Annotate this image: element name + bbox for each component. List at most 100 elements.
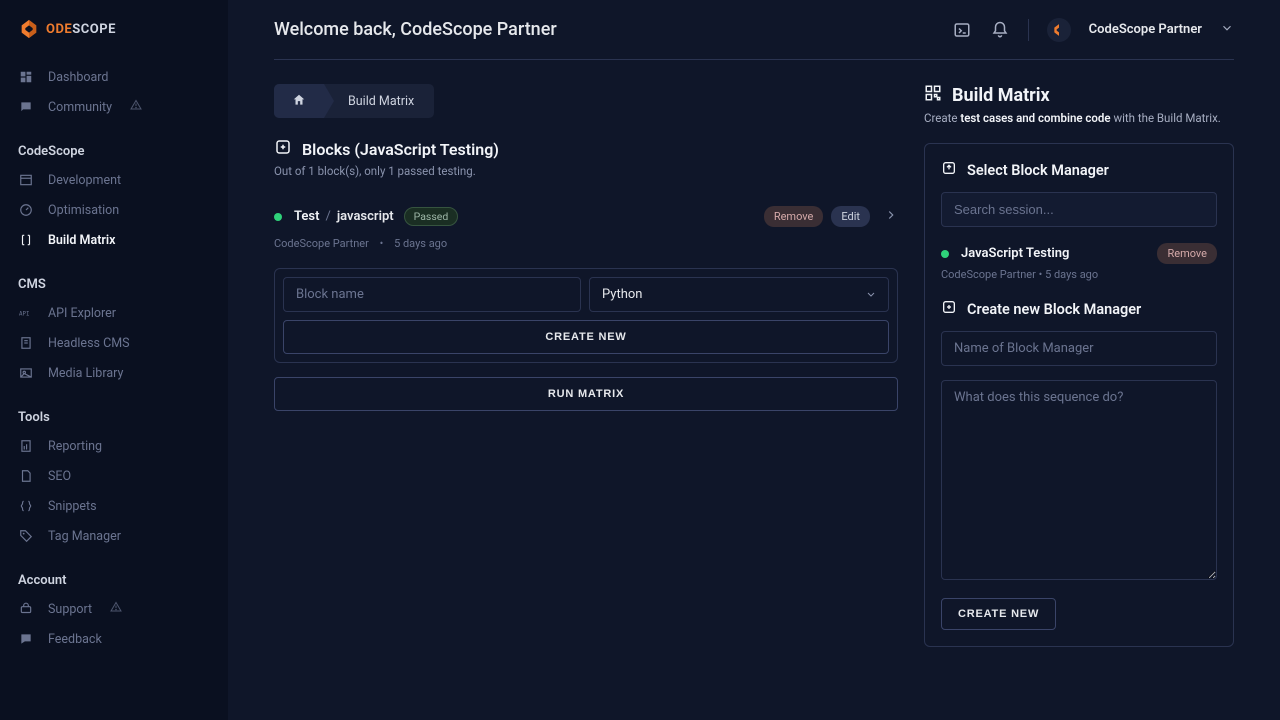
topbar: Welcome back, CodeScope Partner CodeScop… bbox=[274, 0, 1234, 60]
sidebar-item-tag-manager[interactable]: Tag Manager bbox=[0, 521, 228, 551]
sidebar-item-label: Optimisation bbox=[48, 203, 119, 218]
home-icon bbox=[292, 92, 306, 111]
topbar-actions: CodeScope Partner bbox=[952, 18, 1234, 42]
support-icon bbox=[18, 601, 34, 617]
sidebar-item-label: Community bbox=[48, 100, 112, 115]
block-author: CodeScope Partner bbox=[274, 237, 369, 250]
main: Welcome back, CodeScope Partner CodeScop… bbox=[228, 0, 1280, 720]
new-block-form: Python CREATE NEW bbox=[274, 268, 898, 363]
file-icon bbox=[18, 335, 34, 351]
session-meta: CodeScope Partner • 5 days ago bbox=[941, 268, 1217, 281]
sidebar-item-dashboard[interactable]: Dashboard bbox=[0, 62, 228, 92]
braces-icon bbox=[18, 498, 34, 514]
blocks-subtitle: Out of 1 block(s), only 1 passed testing… bbox=[274, 164, 898, 178]
add-icon bbox=[941, 299, 957, 319]
nav-heading-cms: CMS bbox=[0, 267, 228, 298]
sidebar-item-development[interactable]: Development bbox=[0, 165, 228, 195]
chevron-right-icon[interactable] bbox=[884, 207, 898, 226]
blocks-title-row: Blocks (JavaScript Testing) bbox=[274, 138, 898, 160]
comment-icon bbox=[18, 631, 34, 647]
create-manager-heading: Create new Block Manager bbox=[941, 299, 1217, 319]
status-dot bbox=[941, 250, 949, 258]
side-panel: Select Block Manager JavaScript Testing … bbox=[924, 143, 1234, 647]
seo-icon bbox=[18, 468, 34, 484]
select-manager-heading: Select Block Manager bbox=[941, 160, 1217, 180]
sidebar-item-label: API Explorer bbox=[48, 306, 116, 321]
sidebar-item-build-matrix[interactable]: Build Matrix bbox=[0, 225, 228, 255]
chevron-down-icon[interactable] bbox=[1220, 20, 1234, 39]
sidebar-item-support[interactable]: Support bbox=[0, 594, 228, 624]
breadcrumb-current: Build Matrix bbox=[324, 94, 434, 109]
sidebar-item-label: Tag Manager bbox=[48, 529, 121, 544]
create-new-block-button[interactable]: CREATE NEW bbox=[283, 320, 889, 354]
run-matrix-button[interactable]: RUN MATRIX bbox=[274, 377, 898, 411]
sidebar: ODESCOPE Dashboard Community CodeScope D… bbox=[0, 0, 228, 720]
blocks-title: Blocks (JavaScript Testing) bbox=[302, 140, 499, 159]
image-icon bbox=[18, 365, 34, 381]
sidebar-item-label: Reporting bbox=[48, 439, 102, 454]
breadcrumb: Build Matrix bbox=[274, 84, 434, 118]
grid-icon bbox=[18, 69, 34, 85]
api-icon: API bbox=[18, 305, 34, 321]
sidebar-item-headless-cms[interactable]: Headless CMS bbox=[0, 328, 228, 358]
sidebar-item-label: Snippets bbox=[48, 499, 97, 514]
manager-name-input[interactable] bbox=[941, 331, 1217, 366]
search-session-input[interactable] bbox=[941, 192, 1217, 227]
slash: / bbox=[325, 209, 330, 224]
welcome-text: Welcome back, CodeScope Partner bbox=[274, 19, 952, 40]
sidebar-item-label: Feedback bbox=[48, 632, 102, 647]
sidebar-item-media-library[interactable]: Media Library bbox=[0, 358, 228, 388]
block-lang-select[interactable]: Python bbox=[589, 277, 889, 312]
sidebar-item-label: Headless CMS bbox=[48, 336, 130, 351]
divider bbox=[1028, 19, 1029, 41]
layout-icon bbox=[18, 172, 34, 188]
sidebar-item-label: Support bbox=[48, 602, 92, 617]
sidebar-item-label: Media Library bbox=[48, 366, 123, 381]
brand-logo[interactable]: ODESCOPE bbox=[0, 18, 228, 56]
warning-icon bbox=[130, 99, 142, 115]
matrix-icon bbox=[18, 232, 34, 248]
block-age: 5 days ago bbox=[394, 237, 447, 250]
sidebar-item-feedback[interactable]: Feedback bbox=[0, 624, 228, 654]
nav-heading-tools: Tools bbox=[0, 400, 228, 431]
nav-heading-codescope: CodeScope bbox=[0, 134, 228, 165]
build-matrix-column: Build Matrix Create test cases and combi… bbox=[924, 84, 1234, 720]
manager-desc-textarea[interactable] bbox=[941, 380, 1217, 580]
qr-icon bbox=[924, 84, 942, 107]
sidebar-item-label: SEO bbox=[48, 469, 71, 484]
create-manager-button[interactable]: CREATE NEW bbox=[941, 598, 1056, 630]
nav-heading-account: Account bbox=[0, 563, 228, 594]
blocks-column: Build Matrix Blocks (JavaScript Testing)… bbox=[274, 84, 898, 720]
block-lang: javascript bbox=[337, 209, 394, 224]
sidebar-item-seo[interactable]: SEO bbox=[0, 461, 228, 491]
session-row: JavaScript Testing Remove bbox=[941, 243, 1217, 264]
avatar[interactable] bbox=[1047, 18, 1071, 42]
chat-icon bbox=[18, 99, 34, 115]
user-name[interactable]: CodeScope Partner bbox=[1089, 22, 1202, 37]
logo-text: ODESCOPE bbox=[46, 22, 116, 37]
sidebar-item-label: Build Matrix bbox=[48, 233, 115, 248]
session-name[interactable]: JavaScript Testing bbox=[961, 246, 1069, 261]
sidebar-item-reporting[interactable]: Reporting bbox=[0, 431, 228, 461]
side-title: Build Matrix bbox=[952, 85, 1050, 106]
svg-text:API: API bbox=[19, 311, 30, 317]
import-icon bbox=[941, 160, 957, 180]
sidebar-item-label: Dashboard bbox=[48, 70, 108, 85]
edit-button[interactable]: Edit bbox=[831, 206, 870, 227]
sidebar-item-community[interactable]: Community bbox=[0, 92, 228, 122]
side-subtitle: Create test cases and combine code with … bbox=[924, 111, 1234, 125]
sidebar-item-snippets[interactable]: Snippets bbox=[0, 491, 228, 521]
breadcrumb-home[interactable] bbox=[274, 84, 324, 118]
bell-icon[interactable] bbox=[990, 20, 1010, 40]
status-badge: Passed bbox=[404, 207, 459, 226]
add-block-icon bbox=[274, 138, 292, 160]
remove-session-button[interactable]: Remove bbox=[1157, 243, 1217, 264]
remove-button[interactable]: Remove bbox=[764, 206, 824, 227]
report-icon bbox=[18, 438, 34, 454]
block-name-input[interactable] bbox=[283, 277, 581, 312]
sidebar-item-api-explorer[interactable]: API API Explorer bbox=[0, 298, 228, 328]
block-row: Test / javascript Passed Remove Edit bbox=[274, 200, 898, 233]
block-meta: CodeScope Partner • 5 days ago bbox=[274, 237, 898, 250]
terminal-icon[interactable] bbox=[952, 20, 972, 40]
sidebar-item-optimisation[interactable]: Optimisation bbox=[0, 195, 228, 225]
